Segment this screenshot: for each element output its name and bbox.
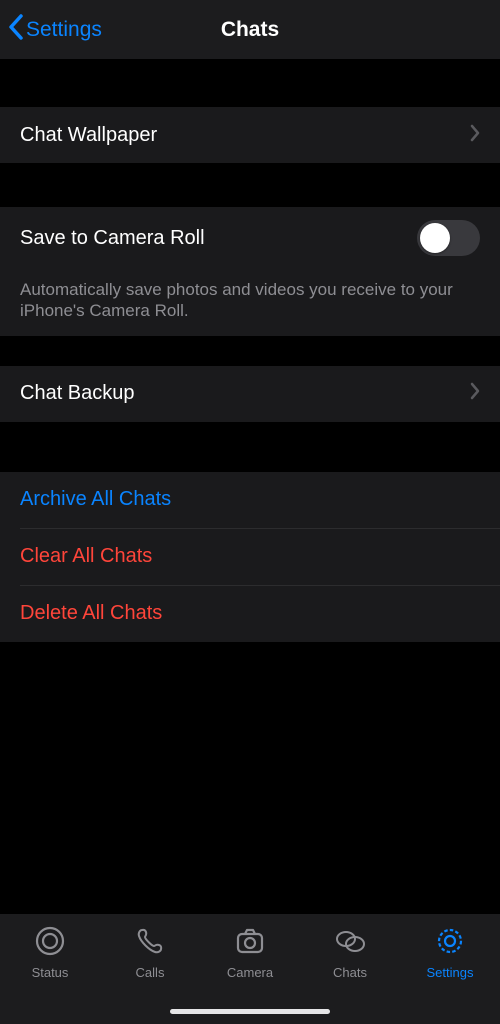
camera-icon bbox=[233, 924, 267, 961]
row-footer-text: Automatically save photos and videos you… bbox=[0, 269, 500, 336]
row-clear-all[interactable]: Clear All Chats bbox=[0, 529, 500, 585]
row-label: Clear All Chats bbox=[20, 545, 480, 568]
status-icon bbox=[33, 924, 67, 961]
row-label: Chat Backup bbox=[20, 382, 470, 405]
chevron-right-icon bbox=[470, 382, 480, 405]
tab-label: Status bbox=[32, 965, 69, 980]
row-chat-wallpaper[interactable]: Chat Wallpaper bbox=[0, 107, 500, 163]
gear-icon bbox=[433, 924, 467, 961]
phone-icon bbox=[133, 924, 167, 961]
spacer bbox=[0, 422, 500, 472]
home-indicator bbox=[170, 1009, 330, 1014]
section-bulk-actions: Archive All Chats Clear All Chats Delete… bbox=[0, 472, 500, 642]
row-chat-backup[interactable]: Chat Backup bbox=[0, 366, 500, 422]
row-delete-all[interactable]: Delete All Chats bbox=[0, 586, 500, 642]
tab-status[interactable]: Status bbox=[0, 924, 100, 1024]
spacer bbox=[0, 336, 500, 366]
row-save-camera-roll: Save to Camera Roll bbox=[0, 207, 500, 269]
row-archive-all[interactable]: Archive All Chats bbox=[0, 472, 500, 528]
nav-bar: Settings Chats bbox=[0, 0, 500, 59]
chevron-right-icon bbox=[470, 124, 480, 147]
tab-label: Settings bbox=[427, 965, 474, 980]
back-button[interactable]: Settings bbox=[8, 13, 102, 47]
spacer bbox=[0, 163, 500, 207]
spacer bbox=[0, 59, 500, 107]
toggle-save-camera[interactable] bbox=[417, 220, 480, 256]
tab-label: Calls bbox=[136, 965, 165, 980]
row-label: Save to Camera Roll bbox=[20, 227, 417, 250]
tab-label: Chats bbox=[333, 965, 367, 980]
section-backup: Chat Backup bbox=[0, 366, 500, 422]
back-label: Settings bbox=[26, 18, 102, 42]
tab-bar: Status Calls Camera Chats bbox=[0, 914, 500, 1024]
chevron-left-icon bbox=[8, 13, 26, 47]
row-label: Delete All Chats bbox=[20, 602, 480, 625]
section-wallpaper: Chat Wallpaper bbox=[0, 107, 500, 163]
tab-settings[interactable]: Settings bbox=[400, 924, 500, 1024]
tab-label: Camera bbox=[227, 965, 273, 980]
row-label: Archive All Chats bbox=[20, 488, 480, 511]
toggle-knob bbox=[420, 223, 450, 253]
row-label: Chat Wallpaper bbox=[20, 124, 470, 147]
section-save-camera: Save to Camera Roll Automatically save p… bbox=[0, 207, 500, 336]
chat-icon bbox=[333, 924, 367, 961]
